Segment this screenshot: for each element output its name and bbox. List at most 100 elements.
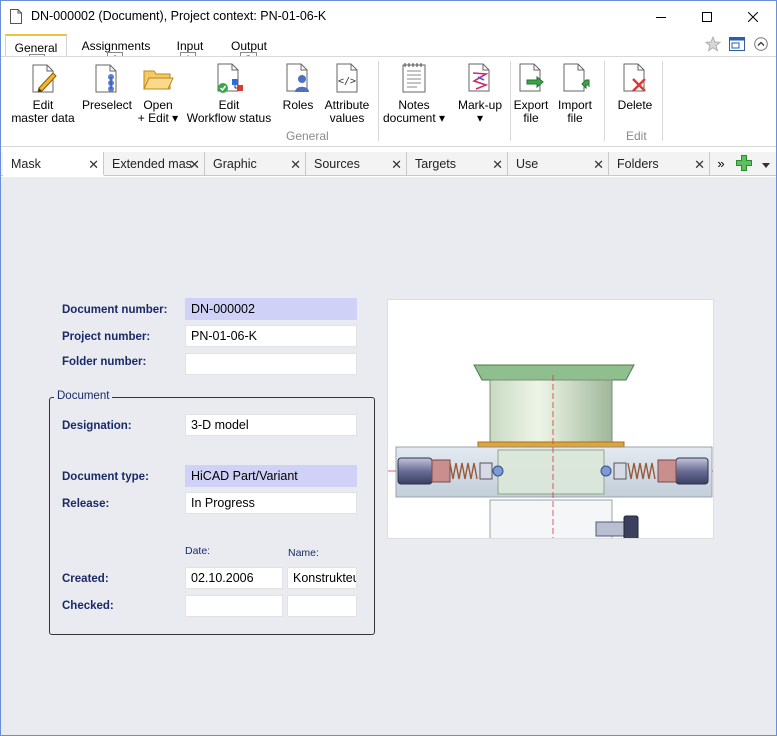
delete-button[interactable]: Delete [613,61,657,112]
button-label: Edit master data [11,98,75,125]
tab-list-dropdown[interactable] [757,152,775,176]
created-name-field[interactable]: Konstrukteur [287,567,357,589]
delete-icon [623,63,646,92]
open-edit-button[interactable]: Open + Edit ▾ [135,61,181,125]
minimize-icon [656,16,666,18]
window-title: DN-000002 (Document), Project context: P… [31,9,327,23]
designation-field[interactable]: 3-D model [185,414,357,436]
checked-date-field[interactable] [185,595,283,617]
close-tab-icon[interactable]: ✕ [189,157,200,173]
group-label-general: General [286,129,329,143]
tab-label: Input [176,39,204,53]
maximize-button[interactable] [684,1,730,32]
tab-use[interactable]: Use ✕ [508,152,609,176]
edit-master-data-button[interactable]: Edit master data [9,61,77,125]
window-layout-icon[interactable] [728,35,746,53]
roles-button[interactable]: Roles [279,61,317,112]
close-tab-icon[interactable]: ✕ [593,157,604,173]
project-number-label: Project number: [62,331,151,343]
tab-mask[interactable]: Mask ✕ [3,152,104,176]
tab-label: Use [516,157,539,171]
maximize-icon [702,11,712,22]
chevron-down-icon [762,163,770,168]
tab-label: Extended mas [112,157,192,171]
close-button[interactable] [730,1,776,32]
app-window: DN-000002 (Document), Project context: P… [0,0,777,736]
markup-button[interactable]: Mark-up ▾ [451,61,509,125]
button-label: Open + Edit ▾ [137,98,179,125]
preselect-button[interactable]: Preselect [79,61,135,112]
project-number-field[interactable]: PN-01-06-K [185,325,357,347]
workflow-status-icon [217,63,243,93]
folder-open-icon [143,70,174,90]
checked-label: Checked: [62,600,114,612]
tab-label: General [14,41,58,55]
preselect-icon [95,64,117,93]
release-field[interactable]: In Progress [185,492,357,514]
cad-model-preview [387,299,714,539]
add-tab-button[interactable] [733,152,755,176]
checked-name-field[interactable] [287,595,357,617]
button-label: Export file [513,98,549,125]
close-tab-icon[interactable]: ✕ [492,157,503,173]
close-tab-icon[interactable]: ✕ [290,157,301,173]
button-label: Roles [282,98,314,112]
cad-part-drawing [388,364,713,538]
svg-text:</>: </> [338,76,356,87]
notes-document-button[interactable]: Notes document ▾ [381,61,447,125]
tab-sources[interactable]: Sources ✕ [306,152,407,176]
ribbon-separator [604,61,605,141]
created-date-field[interactable]: 02.10.2006 [185,567,283,589]
plus-icon [736,155,752,171]
overflow-label: » [717,156,725,171]
edit-master-data-icon [32,64,57,93]
export-file-button[interactable]: Export file [511,61,551,125]
roles-icon [286,63,309,92]
tab-label: Folders [617,157,659,171]
designation-label: Designation: [62,420,132,432]
folder-number-label: Folder number: [62,356,147,368]
tab-output[interactable]: Output O [223,34,275,68]
tab-extended-mask[interactable]: Extended mas ✕ [104,152,205,176]
tab-targets[interactable]: Targets ✕ [407,152,508,176]
collapse-ribbon-icon[interactable] [752,35,770,53]
close-tab-icon[interactable]: ✕ [391,157,402,173]
ribbon: Edit master data Preselect Open + Edit ▾ [1,56,776,147]
group-label-edit: Edit [626,129,647,143]
attribute-values-button[interactable]: </> Attribute values [319,61,375,125]
document-number-field[interactable]: DN-000002 [185,298,357,320]
close-tab-icon[interactable]: ✕ [88,157,99,173]
document-number-label: Document number: [62,304,168,316]
tab-folders[interactable]: Folders ✕ [609,152,710,176]
tab-label: Sources [314,157,360,171]
tab-label: Targets [415,157,456,171]
document-tab-bar: Mask ✕ Extended mas ✕ Graphic ✕ Sources … [1,152,776,176]
button-label: Notes document ▾ [382,98,446,125]
import-file-icon [563,63,590,92]
mask-form: Document number: DN-000002 Project numbe… [1,177,776,735]
button-label: Mark-up ▾ [457,98,502,125]
document-icon [10,9,22,24]
title-bar: DN-000002 (Document), Project context: P… [1,1,776,32]
import-file-button[interactable]: Import file [554,61,596,125]
tab-general[interactable]: General S [5,34,67,70]
ribbon-separator [662,61,663,141]
ribbon-tab-bar: General S Assignments A Input I Output O [1,32,776,70]
favorite-star-icon[interactable] [704,35,722,53]
tab-assignments[interactable]: Assignments A [75,34,157,68]
tab-input[interactable]: Input I [167,34,213,68]
document-type-label: Document type: [62,471,149,483]
button-label: Attribute values [324,98,370,125]
document-type-field[interactable]: HiCAD Part/Variant [185,465,357,487]
tab-graphic[interactable]: Graphic ✕ [205,152,306,176]
edit-workflow-status-button[interactable]: Edit Workflow status [183,61,275,125]
tab-overflow-button[interactable]: » [711,152,731,176]
close-icon [748,11,758,22]
minimize-button[interactable] [638,1,684,32]
attribute-values-icon: </> [336,63,358,93]
tab-label: Assignments [81,39,151,53]
close-tab-icon[interactable]: ✕ [694,157,705,173]
button-label: Edit Workflow status [186,98,272,125]
folder-number-field[interactable] [185,353,357,375]
release-label: Release: [62,498,110,510]
